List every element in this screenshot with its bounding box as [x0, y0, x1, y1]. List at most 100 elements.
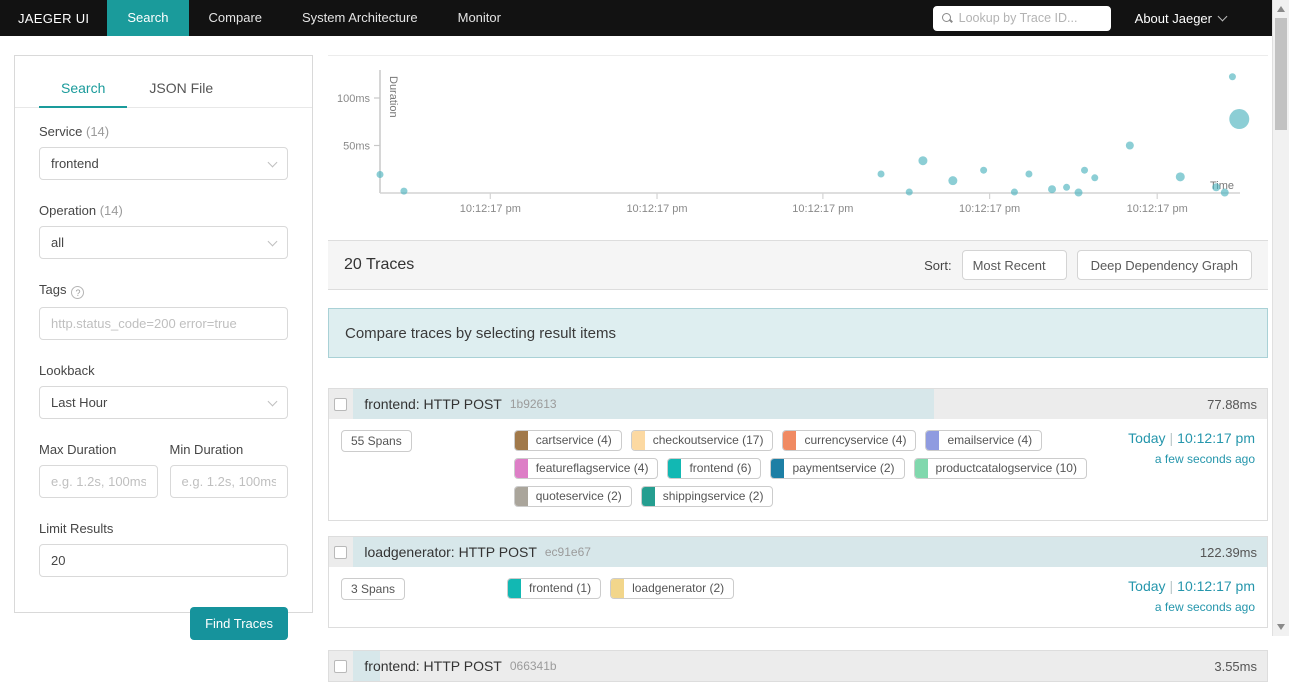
page-scrollbar[interactable] [1272, 0, 1289, 636]
svg-text:100ms: 100ms [337, 93, 371, 105]
operation-select[interactable]: all [39, 226, 288, 259]
top-nav: JAEGER UI Search Compare System Architec… [0, 0, 1272, 36]
trace-select-checkbox[interactable] [334, 659, 348, 673]
trace-duration: 3.55ms [1214, 658, 1257, 674]
trace-date[interactable]: Today [1128, 578, 1165, 594]
nav-item-monitor[interactable]: Monitor [438, 0, 521, 36]
tab-json-file[interactable]: JSON File [127, 72, 235, 108]
trace-time[interactable]: 10:12:17 pm [1177, 430, 1255, 446]
service-tag-label: frontend (6) [689, 461, 752, 475]
trace-id: ec91e67 [544, 545, 591, 559]
nav-item-search[interactable]: Search [107, 0, 189, 36]
service-tag-pill: cartservice (4) [513, 430, 622, 451]
trace-select-checkbox[interactable] [334, 397, 348, 411]
svg-text:10:12:17 pm: 10:12:17 pm [1127, 203, 1188, 215]
svg-text:10:12:17 pm: 10:12:17 pm [460, 203, 521, 215]
svg-text:10:12:17 pm: 10:12:17 pm [626, 203, 687, 215]
service-tag-label: currencyservice (4) [804, 433, 907, 447]
trace-link[interactable]: frontend: HTTP POST 1b92613 77.88ms [329, 389, 1267, 419]
help-icon[interactable]: ? [71, 286, 85, 299]
span-count-pill: 55 Spans [341, 430, 412, 452]
service-color-swatch [668, 459, 682, 478]
trace-time[interactable]: 10:12:17 pm [1177, 578, 1255, 594]
max-duration-box [39, 465, 158, 498]
span-count-pill: 3 Spans [341, 578, 406, 600]
service-color-swatch [914, 459, 928, 478]
service-tag-label: emailservice (4) [947, 433, 1033, 447]
svg-text:50ms: 50ms [343, 141, 370, 153]
service-tag-pill: frontend (1) [507, 578, 602, 599]
operation-select-value: all [51, 235, 65, 250]
tab-search[interactable]: Search [39, 72, 128, 108]
compare-banner: Compare traces by selecting result items [328, 308, 1268, 358]
trace-relative-time: a few seconds ago [1154, 452, 1255, 466]
service-color-swatch [926, 431, 940, 450]
max-duration-input[interactable] [51, 474, 146, 489]
trace-title: frontend: HTTP POST [364, 396, 502, 412]
trace-id: 1b92613 [509, 397, 557, 411]
duration-scatter-chart[interactable]: 50ms 100ms 10:12:17 pm 10:12:17 pm 10:12:17 … [328, 56, 1268, 231]
trace-count: 20 Traces [344, 256, 415, 273]
trace-link[interactable]: loadgenerator: HTTP POST ec91e67 122.39m… [329, 537, 1267, 567]
limit-results-box [39, 544, 288, 577]
service-select-value: frontend [51, 156, 99, 171]
service-tag-pill: shippingservice (2) [640, 486, 774, 507]
service-color-swatch [514, 431, 528, 450]
tags-input[interactable] [51, 316, 276, 331]
nav-item-system-architecture[interactable]: System Architecture [282, 0, 438, 36]
service-color-swatch [611, 579, 625, 598]
duration-scatter-panel: 50ms 100ms 10:12:17 pm 10:12:17 pm 10:12:17 … [328, 55, 1268, 230]
min-duration-box [169, 465, 288, 498]
results-header: 20 Traces Sort: Most Recent Deep Depende… [328, 240, 1268, 290]
checkbox-zone [329, 537, 353, 567]
find-traces-button[interactable]: Find Traces [190, 607, 288, 640]
nav-item-compare[interactable]: Compare [189, 0, 282, 36]
trace-lookup-input[interactable] [958, 11, 1102, 25]
min-duration-input[interactable] [181, 474, 276, 489]
service-tag-label: featureflagservice (4) [535, 461, 649, 475]
sort-select[interactable]: Most Recent [961, 250, 1067, 280]
trace-relative-time: a few seconds ago [1154, 600, 1255, 614]
sort-select-value: Most Recent [972, 257, 1046, 273]
service-tag-pill: quoteservice (2) [513, 486, 632, 507]
trace-id: 066341b [509, 659, 557, 673]
deep-dependency-graph-button[interactable]: Deep Dependency Graph [1076, 250, 1252, 280]
lookback-select[interactable]: Last Hour [39, 386, 288, 419]
svg-text:Duration: Duration [387, 76, 399, 118]
scrollbar-thumb[interactable] [1275, 18, 1287, 130]
service-tag-label: quoteservice (2) [535, 489, 622, 503]
operation-label: Operation (14) [39, 203, 123, 218]
about-jaeger-menu[interactable]: About Jaeger [1134, 10, 1228, 26]
svg-text:10:12:17 pm: 10:12:17 pm [792, 203, 853, 215]
min-duration-label: Min Duration [169, 442, 244, 457]
trace-title: frontend: HTTP POST [364, 658, 502, 674]
service-select[interactable]: frontend [39, 147, 288, 180]
service-color-swatch [641, 487, 655, 506]
max-duration-label: Max Duration [39, 442, 117, 457]
trace-select-checkbox[interactable] [334, 545, 348, 559]
trace-duration: 122.39ms [1199, 544, 1257, 560]
trace-result-card: loadgenerator: HTTP POST ec91e67 122.39m… [328, 536, 1268, 628]
chevron-down-icon [1217, 11, 1228, 22]
service-tag-label: shippingservice (2) [662, 489, 764, 503]
chevron-down-icon [267, 157, 278, 167]
scroll-down-arrow-icon[interactable] [1277, 624, 1285, 630]
service-tag-label: productcatalogservice (10) [935, 461, 1077, 475]
sort-label: Sort: [924, 257, 952, 273]
limit-results-input[interactable] [51, 553, 276, 568]
service-tag-pill: frontend (6) [667, 458, 762, 479]
service-tag-pill: loadgenerator (2) [610, 578, 735, 599]
trace-link[interactable]: frontend: HTTP POST 066341b 3.55ms [329, 651, 1267, 681]
trace-result-card: frontend: HTTP POST 066341b 3.55ms [328, 650, 1268, 682]
service-color-swatch [631, 431, 645, 450]
trace-date[interactable]: Today [1128, 430, 1165, 446]
checkbox-zone [329, 389, 353, 419]
service-tag-pill: emailservice (4) [925, 430, 1043, 451]
tags-input-box [39, 307, 288, 340]
service-tag-label: frontend (1) [529, 581, 592, 595]
trace-duration: 77.88ms [1207, 396, 1257, 412]
service-tag-pill: productcatalogservice (10) [913, 458, 1087, 479]
scroll-up-arrow-icon[interactable] [1277, 6, 1285, 12]
about-jaeger-label: About Jaeger [1134, 10, 1212, 26]
service-tags: frontend (1) loadgenerator (2) [507, 578, 1082, 614]
